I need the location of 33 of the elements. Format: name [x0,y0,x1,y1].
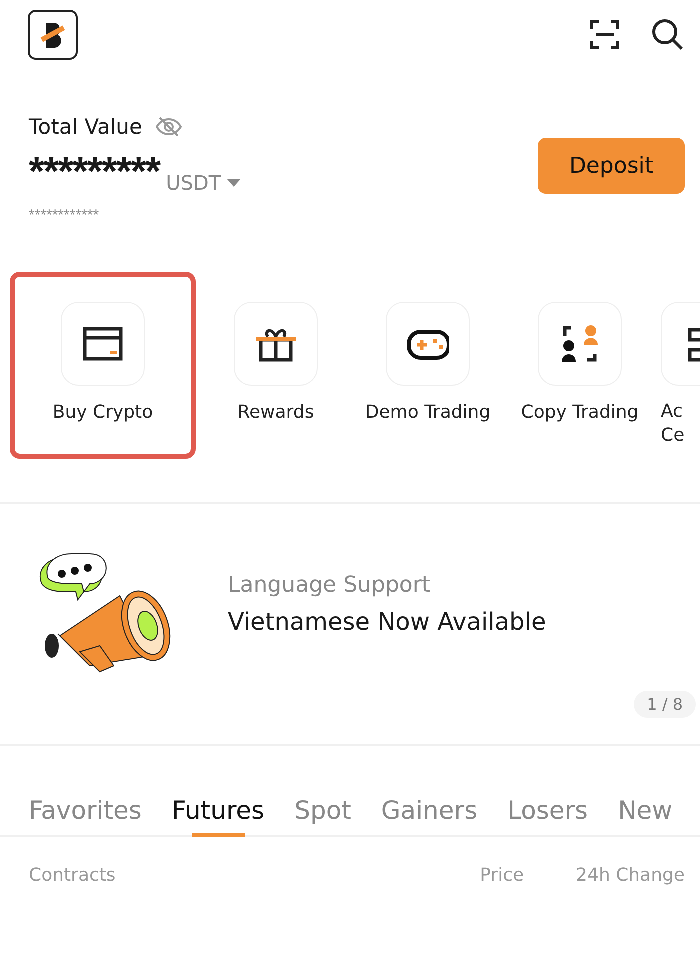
shortcut-tile[interactable] [234,302,318,386]
eye-hidden-icon[interactable] [156,116,182,138]
market-tab[interactable]: Losers [508,796,588,837]
market-tab[interactable]: Futures [172,796,265,837]
market-tab[interactable]: Spot [294,796,352,837]
balance-value: ********* [29,150,160,194]
market-tab[interactable]: Favorites [29,796,142,837]
column-header[interactable]: Price [480,865,524,886]
market-tab[interactable]: Gainers [381,796,478,837]
banner-subtitle: Language Support [228,572,432,598]
shortcut-label[interactable]: Demo Trading [365,402,491,423]
search-icon[interactable] [652,19,684,51]
total-value-label: Total Value [29,115,142,139]
banner-title: Vietnamese Now Available [228,608,546,636]
market-tab[interactable]: New [618,796,673,837]
shortcut-label[interactable]: Buy Crypto [52,402,154,423]
shortcut-label[interactable]: Rewards [238,402,314,423]
shortcut-label[interactable]: Ac Ce [661,400,685,448]
caret-icon [227,179,242,187]
currency-dropdown[interactable]: USDT [166,171,242,195]
logo-icon [28,10,78,60]
shortcut-tile[interactable] [538,302,622,386]
column-header[interactable]: Contracts [29,865,480,886]
scan-icon[interactable] [590,20,620,50]
sub-balance-value: ************ [29,207,100,224]
shortcut-tile[interactable] [386,302,470,386]
shortcut-tile[interactable] [61,302,145,386]
deposit-button[interactable]: Deposit [538,138,685,194]
shortcut-label[interactable]: Copy Trading [521,402,639,423]
announcement-banner[interactable]: Language Support Vietnamese Now Available 1 / 8 [0,504,700,744]
page-indicator: 1 / 8 [634,691,696,718]
people-icon [559,324,601,364]
column-header[interactable]: 24h Change [576,865,685,886]
